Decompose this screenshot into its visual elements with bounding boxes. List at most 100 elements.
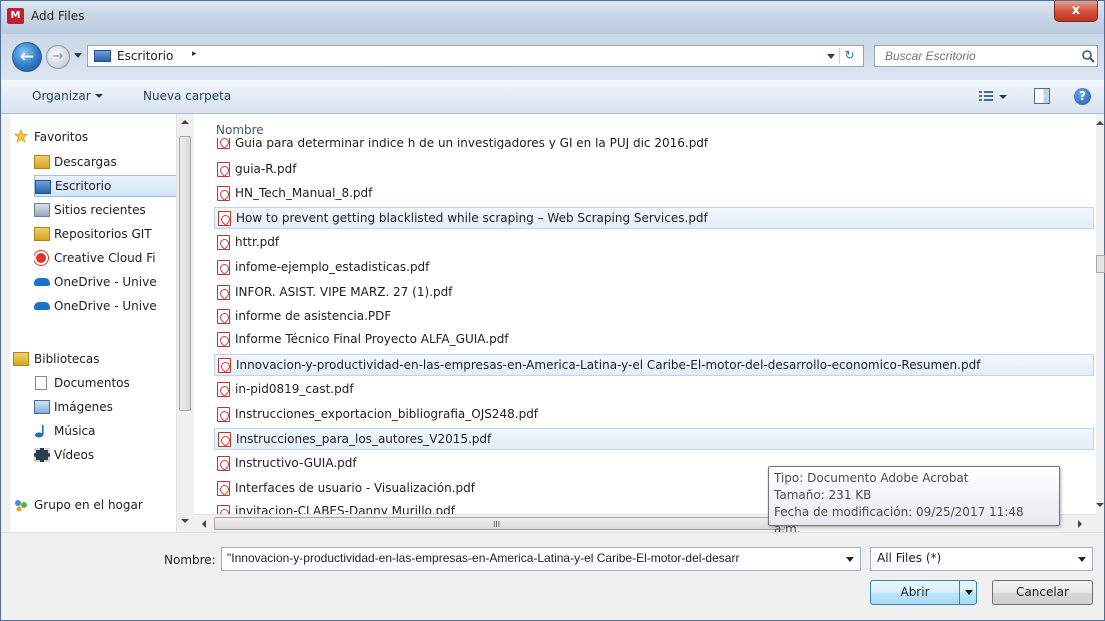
nav-recent-places[interactable]: Sitios recientes <box>34 199 192 221</box>
file-row[interactable]: Informe Técnico Final Proyecto ALFA_GUIA… <box>214 329 1094 351</box>
window-title: Add Files <box>31 9 85 23</box>
search-icon[interactable] <box>1080 48 1096 64</box>
file-row-selected[interactable]: Innovacion-y-productividad-en-las-empres… <box>214 354 1094 376</box>
file-row[interactable]: in-pid0819_cast.pdf <box>214 379 1094 401</box>
nav-documents[interactable]: Documentos <box>34 372 192 394</box>
mendeley-icon: M <box>7 8 24 24</box>
scroll-up-icon[interactable] <box>1096 121 1104 125</box>
nav-onedrive-2[interactable]: OneDrive - Unive <box>34 295 192 317</box>
nav-homegroup[interactable]: Grupo en el hogar <box>10 494 176 516</box>
pdf-icon <box>217 481 230 496</box>
file-row[interactable]: infome-ejemplo_estadisticas.pdf <box>214 257 1094 279</box>
file-name: Instructivo-GUIA.pdf <box>235 456 357 470</box>
tooltip-size: Tamaño: 231 KB <box>774 488 872 502</box>
search-input[interactable] <box>885 49 1065 63</box>
music-icon <box>35 425 44 438</box>
scroll-left-icon[interactable] <box>202 520 206 528</box>
file-list-vertical-scrollbar[interactable] <box>1096 114 1105 514</box>
breadcrumb-escritorio[interactable]: Escritorio <box>117 49 173 63</box>
file-name: How to prevent getting blacklisted while… <box>236 211 708 225</box>
nav-label: Favoritos <box>34 130 89 144</box>
file-row[interactable]: guia-R.pdf <box>214 159 1094 181</box>
nav-label: Escritorio <box>55 179 112 193</box>
views-icon[interactable] <box>979 90 993 102</box>
file-row[interactable]: Instrucciones_exportacion_bibliografia_O… <box>214 404 1094 426</box>
forward-button[interactable]: → <box>46 45 70 69</box>
nav-scrollbar[interactable] <box>176 114 193 532</box>
preview-pane-icon[interactable] <box>1034 88 1050 104</box>
help-icon[interactable]: ? <box>1074 88 1091 105</box>
file-name-combobox[interactable] <box>221 547 861 571</box>
file-list: Nombre Guia para determinar indice h de … <box>194 114 1096 514</box>
file-name: INFOR. ASIST. VIPE MARZ. 27 (1).pdf <box>235 285 453 299</box>
nav-pictures[interactable]: Imágenes <box>34 396 192 418</box>
file-row[interactable]: HN_Tech_Manual_8.pdf <box>214 183 1094 205</box>
address-row: ← → Escritorio ▸ ↻ <box>1 34 1104 80</box>
file-name: guia-R.pdf <box>235 162 297 176</box>
views-dropdown-icon[interactable] <box>999 95 1007 99</box>
nav-music[interactable]: Música <box>34 420 192 442</box>
file-row-selected[interactable]: How to prevent getting blacklisted while… <box>214 207 1094 229</box>
open-button[interactable]: Abrir <box>870 580 977 605</box>
nav-label: Sitios recientes <box>54 203 146 217</box>
pdf-icon <box>218 432 231 447</box>
pdf-icon <box>217 235 230 250</box>
close-button[interactable]: x <box>1054 1 1098 22</box>
refresh-icon[interactable]: ↻ <box>839 48 859 64</box>
pdf-icon <box>217 309 230 324</box>
pictures-icon <box>34 400 50 414</box>
horizontal-scroll-thumb[interactable]: III <box>214 517 785 530</box>
nav-videos[interactable]: Vídeos <box>34 444 192 466</box>
scroll-right-icon[interactable] <box>1078 520 1082 528</box>
nav-label: Vídeos <box>54 448 95 462</box>
chevron-down-icon[interactable] <box>846 557 854 562</box>
nav-scroll-thumb[interactable] <box>179 136 191 411</box>
column-header-name[interactable]: Nombre <box>216 123 264 137</box>
scroll-down-icon[interactable] <box>181 519 189 523</box>
nav-label: Creative Cloud Fi <box>54 251 156 265</box>
nav-label: Música <box>54 424 96 438</box>
scroll-up-icon[interactable] <box>181 120 189 124</box>
nav-git-repos[interactable]: Repositorios GIT <box>34 223 192 245</box>
pdf-icon <box>217 332 230 347</box>
search-box[interactable] <box>874 45 1098 67</box>
scroll-grip: III <box>493 520 501 529</box>
file-name: infome-ejemplo_estadisticas.pdf <box>235 260 430 274</box>
pdf-icon <box>217 505 230 514</box>
scroll-down-icon[interactable] <box>1096 503 1104 507</box>
file-name-input[interactable] <box>227 551 839 565</box>
nav-label: Bibliotecas <box>34 352 100 366</box>
address-bar[interactable]: Escritorio ▸ ↻ <box>87 45 864 67</box>
open-button-label: Abrir <box>900 585 930 599</box>
nav-favorites[interactable]: Favoritos <box>10 126 176 148</box>
nav-onedrive-1[interactable]: OneDrive - Unive <box>34 271 192 293</box>
file-row[interactable]: Guia para determinar indice h de un inve… <box>214 138 1094 149</box>
nav-libraries[interactable]: Bibliotecas <box>10 348 176 370</box>
pdf-icon <box>217 382 230 397</box>
address-dropdown-icon[interactable] <box>827 54 835 59</box>
file-type-filter[interactable]: All Files (*) <box>870 547 1093 571</box>
open-split-dropdown-icon[interactable] <box>959 581 977 604</box>
file-row-selected[interactable]: Instrucciones_para_los_autores_V2015.pdf <box>214 428 1094 450</box>
chevron-down-icon[interactable] <box>1078 557 1086 562</box>
file-row[interactable]: informe de asistencia.PDF <box>214 306 1094 328</box>
organize-button[interactable]: Organizar <box>32 89 103 103</box>
file-name: Interfaces de usuario - Visualización.pd… <box>235 481 475 495</box>
add-files-dialog: M Add Files x ← → Escritorio ▸ ↻ Organiz… <box>0 0 1105 621</box>
cancel-button[interactable]: Cancelar <box>992 580 1093 605</box>
nav-downloads[interactable]: Descargas <box>34 151 192 173</box>
file-type-value: All Files (*) <box>877 551 942 565</box>
creative-cloud-icon <box>34 251 48 265</box>
new-folder-button[interactable]: Nueva carpeta <box>143 89 231 103</box>
back-button[interactable]: ← <box>12 42 42 72</box>
history-dropdown-icon[interactable] <box>74 53 82 58</box>
breadcrumb-separator-icon[interactable]: ▸ <box>192 49 197 59</box>
nav-desktop[interactable]: Escritorio <box>34 175 178 197</box>
file-row[interactable]: httr.pdf <box>214 232 1094 254</box>
vertical-scroll-thumb[interactable] <box>1096 255 1105 273</box>
pdf-icon <box>217 260 230 275</box>
title-bar[interactable]: M Add Files x <box>1 1 1104 34</box>
nav-creative-cloud[interactable]: Creative Cloud Fi <box>34 247 192 269</box>
file-name: Guia para determinar indice h de un inve… <box>235 138 709 149</box>
file-row[interactable]: INFOR. ASIST. VIPE MARZ. 27 (1).pdf <box>214 282 1094 304</box>
